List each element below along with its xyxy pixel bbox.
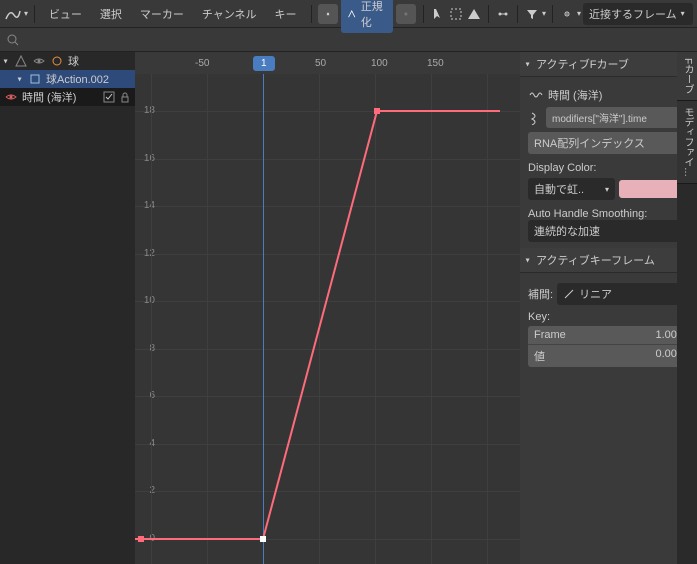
channel-sidebar: ▸ 球 ▸ 球Action.002 時間 (海洋) <box>0 52 135 564</box>
cursor-icon[interactable] <box>430 4 446 24</box>
tab-modifier[interactable]: モディファイ… <box>677 101 697 184</box>
normalize-icon <box>347 8 356 20</box>
smoothing-select[interactable]: 連続的な加速▾ <box>528 220 689 242</box>
menu-view[interactable]: ビュー <box>41 2 90 26</box>
rna-path-field[interactable]: modifiers["海洋"].time <box>546 107 689 128</box>
chevron-down-icon: ▸ <box>524 258 533 262</box>
hierarchy-action[interactable]: ▸ 球Action.002 <box>0 70 135 88</box>
graph-editor[interactable]: -50 1 50 100 150 181614121086420 <box>135 52 520 564</box>
menu-select[interactable]: 選択 <box>92 2 130 26</box>
snap-mode-select[interactable]: 近接するフレーム ▾ <box>583 3 693 25</box>
properties-panel: ▸ アクティブFカーブ ⠿ 時間 (海洋) modifiers["海洋"].ti… <box>520 52 697 564</box>
action-label: 球Action.002 <box>46 71 109 87</box>
chevron-down-icon: ▾ <box>24 9 28 18</box>
keyframe-value-field[interactable]: 値 0.000 <box>528 344 689 367</box>
object-icon <box>50 54 64 68</box>
auto-normalize-icon[interactable] <box>396 4 416 24</box>
chevron-down-icon: ▾ <box>542 9 546 18</box>
keyframe-frame-field[interactable]: Frame 1.000 <box>528 326 689 344</box>
panel-header-keyframe[interactable]: ▸ アクティブキーフレーム ⠿ <box>520 248 697 273</box>
fcurve[interactable] <box>135 52 500 564</box>
channel-name-display: 時間 (海洋) <box>548 87 602 103</box>
chevron-down-icon: ▸ <box>524 62 533 66</box>
chevron-down-icon: ▾ <box>681 9 685 18</box>
color-mode-select[interactable]: 自動で虹..▾ <box>528 178 615 200</box>
filter-icon[interactable] <box>524 4 540 24</box>
mute-checkbox[interactable] <box>103 91 115 103</box>
action-icon <box>28 72 42 86</box>
restrict-icon[interactable] <box>14 54 28 68</box>
visibility-icon[interactable] <box>4 90 18 104</box>
channel-label: 時間 (海洋) <box>22 89 99 105</box>
linear-icon <box>563 288 575 300</box>
chevron-down-icon: ▸ <box>2 59 11 63</box>
search-input[interactable] <box>24 34 691 46</box>
box-select-icon[interactable] <box>448 4 464 24</box>
object-label: 球 <box>68 53 79 69</box>
toolbar: ▾ ビュー 選択 マーカー チャンネル キー 正規化 ▾ ▾ 近接するフレーム … <box>0 0 697 28</box>
hierarchy-object[interactable]: ▸ 球 <box>0 52 135 70</box>
lock-icon[interactable] <box>119 91 131 103</box>
warning-icon[interactable] <box>466 4 482 24</box>
editor-type-icon[interactable] <box>4 4 22 24</box>
normalize-button[interactable]: 正規化 <box>341 0 393 33</box>
key-section-label: Key: <box>528 311 689 323</box>
wave-icon <box>528 87 544 103</box>
chevron-down-icon: ▸ <box>16 77 25 81</box>
normalize-label: 正規化 <box>361 0 387 30</box>
snap-mode-label: 近接するフレーム <box>589 6 677 22</box>
search-icon <box>6 33 20 47</box>
menu-key[interactable]: キー <box>267 2 305 26</box>
sidebar-tabs: Fカーブ モディファイ… <box>677 52 697 564</box>
chevron-down-icon: ▾ <box>577 9 581 18</box>
panel-title: アクティブFカーブ <box>536 56 629 72</box>
rna-icon <box>528 111 542 125</box>
panel-header-fcurve[interactable]: ▸ アクティブFカーブ ⠿ <box>520 52 697 77</box>
menu-channel[interactable]: チャンネル <box>194 2 265 26</box>
interpolation-select[interactable]: リニア ▾ <box>557 283 689 305</box>
ghost-icon[interactable] <box>318 4 338 24</box>
keyframe-handle[interactable] <box>138 536 144 542</box>
handles-icon[interactable] <box>495 4 511 24</box>
display-color-label: Display Color: <box>528 162 689 174</box>
keyframe-handle[interactable] <box>260 536 266 542</box>
rna-index-field[interactable]: RNA配列インデックス 0 <box>528 132 689 154</box>
pivot-icon[interactable] <box>559 4 575 24</box>
hierarchy-channel[interactable]: 時間 (海洋) <box>0 88 135 106</box>
visibility-icon[interactable] <box>32 54 46 68</box>
keyframe-handle[interactable] <box>374 108 380 114</box>
panel-title: アクティブキーフレーム <box>536 252 655 268</box>
tab-fcurve[interactable]: Fカーブ <box>677 52 697 101</box>
interp-label: 補間: <box>528 286 553 302</box>
menu-marker[interactable]: マーカー <box>132 2 192 26</box>
smoothing-label: Auto Handle Smoothing: <box>528 208 689 220</box>
